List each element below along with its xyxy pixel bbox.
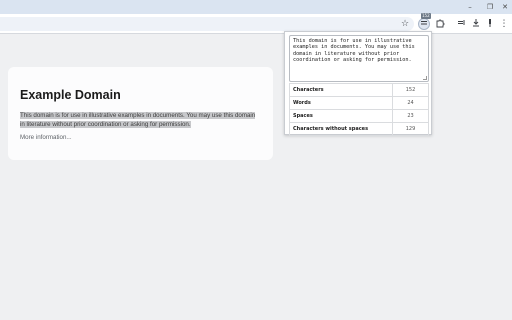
word-counter-extension-icon[interactable]	[418, 18, 430, 30]
extension-count-badge: 152	[421, 13, 431, 19]
stat-label: Characters	[289, 83, 393, 97]
stats-table: Characters 152 Words 24 Spaces 23 Charac…	[289, 83, 429, 136]
text-input-value: This domain is for use in illustrative e…	[293, 38, 415, 64]
text-input-area[interactable]: This domain is for use in illustrative e…	[289, 35, 429, 82]
content-card: Example Domain This domain is for use in…	[8, 67, 273, 160]
stat-label: Spaces	[289, 109, 393, 123]
stat-value: 152	[392, 83, 429, 97]
table-row: Characters without spaces 129	[289, 122, 429, 136]
more-information-link[interactable]: More information...	[20, 134, 72, 141]
stat-value: 129	[392, 122, 429, 136]
window-titlebar: – ❐ ✕	[0, 0, 512, 14]
stat-value: 23	[392, 109, 429, 123]
pin-icon[interactable]	[484, 18, 496, 30]
close-button[interactable]: ✕	[497, 1, 512, 13]
word-counter-popup: This domain is for use in illustrative e…	[284, 31, 432, 136]
restore-button[interactable]: ❐	[482, 1, 498, 13]
page-paragraph[interactable]: This domain is for use in illustrative e…	[20, 112, 260, 129]
stat-value: 24	[392, 96, 429, 110]
table-row: Characters 152	[289, 83, 429, 97]
puzzle-extensions-icon[interactable]	[434, 18, 446, 30]
page-title: Example Domain	[20, 88, 121, 102]
browser-toolbar: ☆ ⋮	[0, 14, 512, 34]
address-bar[interactable]	[0, 17, 414, 31]
resize-handle[interactable]	[423, 76, 427, 80]
table-row: Words 24	[289, 96, 429, 110]
more-menu-icon[interactable]: ⋮	[498, 18, 510, 30]
stat-label: Words	[289, 96, 393, 110]
page-viewport: Example Domain This domain is for use in…	[0, 35, 512, 320]
download-icon[interactable]	[470, 18, 482, 30]
selected-text: This domain is for use in illustrative e…	[20, 112, 256, 128]
star-icon[interactable]: ☆	[399, 18, 411, 30]
media-control-icon[interactable]	[456, 18, 468, 30]
stat-label: Characters without spaces	[289, 122, 393, 136]
table-row: Spaces 23	[289, 109, 429, 123]
minimize-button[interactable]: –	[462, 1, 478, 13]
